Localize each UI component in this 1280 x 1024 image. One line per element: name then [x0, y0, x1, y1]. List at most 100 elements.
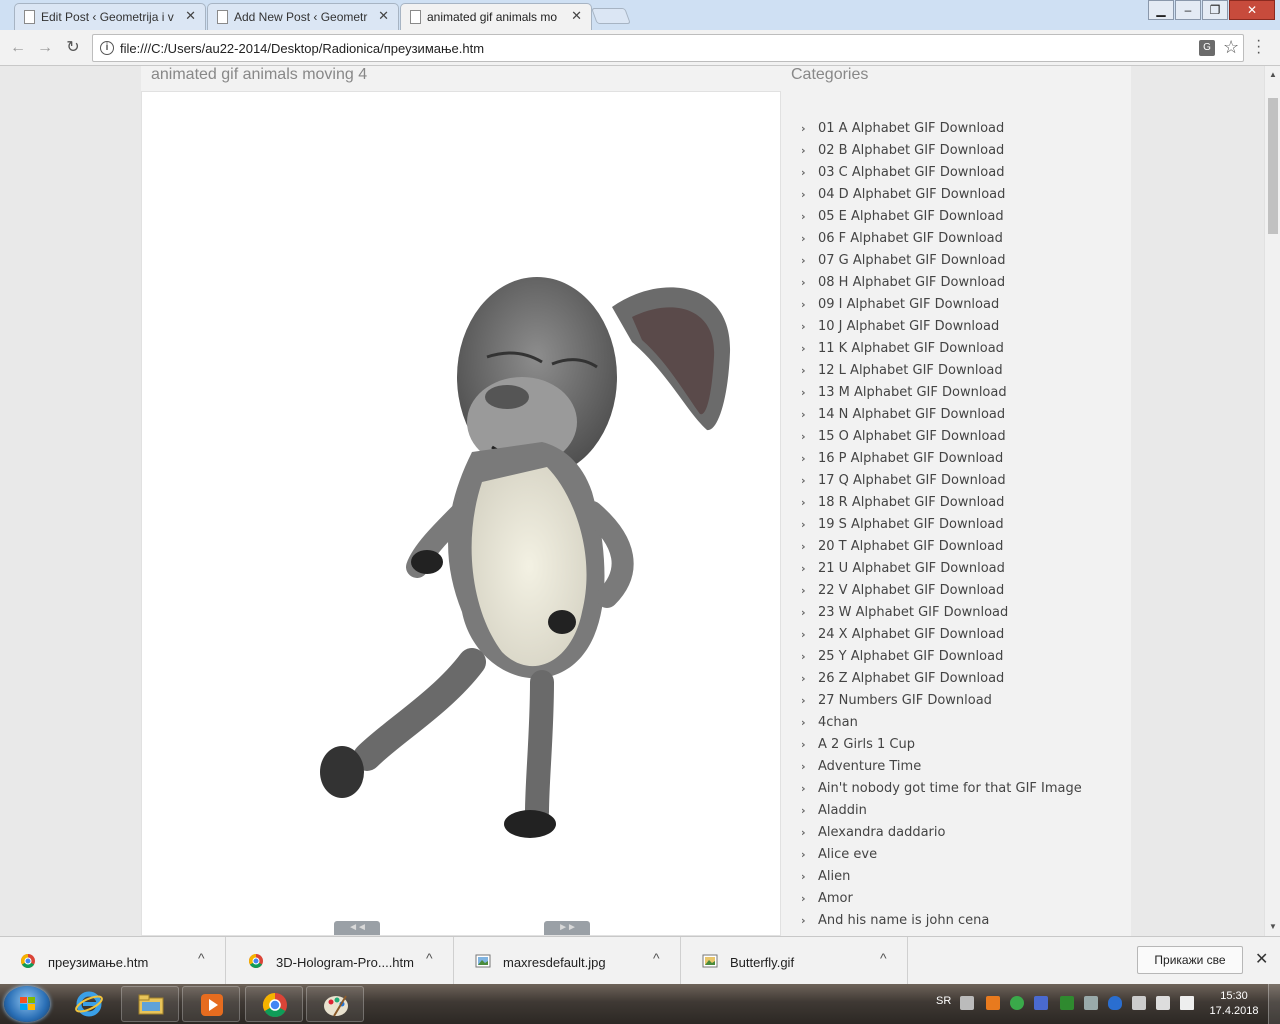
language-indicator[interactable]: SR	[936, 995, 951, 1007]
category-item[interactable]: › 16 P Alphabet GIF Download	[801, 447, 1082, 469]
category-item[interactable]: › 22 V Alphabet GIF Download	[801, 579, 1082, 601]
category-label[interactable]: 18 R Alphabet GIF Download	[818, 495, 1004, 510]
close-window-button[interactable]: ✕	[1229, 0, 1275, 20]
category-label[interactable]: 02 B Alphabet GIF Download	[818, 143, 1004, 158]
category-item[interactable]: › 15 O Alphabet GIF Download	[801, 425, 1082, 447]
start-button[interactable]	[4, 986, 50, 1022]
category-label[interactable]: 27 Numbers GIF Download	[818, 693, 992, 708]
category-item[interactable]: › 11 K Alphabet GIF Download	[801, 337, 1082, 359]
category-label[interactable]: Alexandra daddario	[818, 825, 945, 840]
category-item[interactable]: › Amor	[801, 887, 1082, 909]
category-item[interactable]: › 06 F Alphabet GIF Download	[801, 227, 1082, 249]
show-all-downloads-button[interactable]: Прикажи све	[1137, 946, 1243, 974]
category-item[interactable]: › 04 D Alphabet GIF Download	[801, 183, 1082, 205]
category-label[interactable]: 09 I Alphabet GIF Download	[818, 297, 999, 312]
category-label[interactable]: 23 W Alphabet GIF Download	[818, 605, 1008, 620]
category-item[interactable]: › 01 A Alphabet GIF Download	[801, 117, 1082, 139]
download-item[interactable]: 3D-Hologram-Pro....htm ^	[228, 937, 454, 985]
category-label[interactable]: 01 A Alphabet GIF Download	[818, 121, 1004, 136]
bookmark-star-icon[interactable]: ☆	[1223, 37, 1239, 58]
category-label[interactable]: 25 Y Alphabet GIF Download	[818, 649, 1003, 664]
category-item[interactable]: › 03 C Alphabet GIF Download	[801, 161, 1082, 183]
category-item[interactable]: › And his name is john cena	[801, 909, 1082, 931]
keyboard-icon[interactable]	[960, 996, 974, 1010]
action-center-flag-icon[interactable]	[1132, 996, 1146, 1010]
category-label[interactable]: 26 Z Alphabet GIF Download	[818, 671, 1004, 686]
display-icon[interactable]	[1034, 996, 1048, 1010]
category-item[interactable]: › A 2 Girls 1 Cup	[801, 733, 1082, 755]
new-tab-button[interactable]	[591, 8, 631, 24]
category-label[interactable]: 4chan	[818, 715, 858, 730]
volume-icon[interactable]	[1180, 996, 1194, 1010]
category-label[interactable]: A 2 Girls 1 Cup	[818, 737, 915, 752]
previous-page-button[interactable]: ◄◄	[334, 921, 380, 935]
category-label[interactable]: Ain't nobody got time for that GIF Image	[818, 781, 1082, 796]
category-item[interactable]: › 10 J Alphabet GIF Download	[801, 315, 1082, 337]
tab-edit-post[interactable]: Edit Post ‹ Geometrija i v ✕	[14, 3, 206, 30]
category-item[interactable]: › 08 H Alphabet GIF Download	[801, 271, 1082, 293]
internet-explorer-button[interactable]	[60, 986, 118, 1022]
page-scrollbar[interactable]: ▲ ▼	[1264, 66, 1280, 936]
category-item[interactable]: › 27 Numbers GIF Download	[801, 689, 1082, 711]
category-label[interactable]: 15 O Alphabet GIF Download	[818, 429, 1006, 444]
category-label[interactable]: Amor	[818, 891, 853, 906]
category-item[interactable]: › 25 Y Alphabet GIF Download	[801, 645, 1082, 667]
forward-arrow-icon[interactable]: →	[33, 36, 57, 60]
category-label[interactable]: 05 E Alphabet GIF Download	[818, 209, 1004, 224]
download-item[interactable]: преузимање.htm ^	[0, 937, 226, 985]
category-label[interactable]: 17 Q Alphabet GIF Download	[818, 473, 1006, 488]
category-label[interactable]: 03 C Alphabet GIF Download	[818, 165, 1004, 180]
nvidia-icon[interactable]	[1060, 996, 1074, 1010]
download-item[interactable]: maxresdefault.jpg ^	[455, 937, 681, 985]
tab-animated-gif[interactable]: animated gif animals mo ✕	[400, 3, 592, 30]
category-item[interactable]: › 13 M Alphabet GIF Download	[801, 381, 1082, 403]
category-label[interactable]: Alien	[818, 869, 850, 884]
chevron-up-icon[interactable]: ^	[198, 950, 205, 966]
url-text[interactable]: file:///C:/Users/au22-2014/Desktop/Radio…	[120, 41, 484, 56]
network-icon[interactable]	[1156, 996, 1170, 1010]
category-item[interactable]: › 09 I Alphabet GIF Download	[801, 293, 1082, 315]
explorer-button[interactable]	[121, 986, 179, 1022]
category-item[interactable]: › Aladdin	[801, 799, 1082, 821]
category-label[interactable]: 21 U Alphabet GIF Download	[818, 561, 1005, 576]
category-label[interactable]: 16 P Alphabet GIF Download	[818, 451, 1003, 466]
category-item[interactable]: › 02 B Alphabet GIF Download	[801, 139, 1082, 161]
category-item[interactable]: › 07 G Alphabet GIF Download	[801, 249, 1082, 271]
category-label[interactable]: 04 D Alphabet GIF Download	[818, 187, 1005, 202]
category-item[interactable]: › 12 L Alphabet GIF Download	[801, 359, 1082, 381]
user-button[interactable]: –	[1175, 0, 1201, 20]
category-label[interactable]: 22 V Alphabet GIF Download	[818, 583, 1004, 598]
scroll-thumb[interactable]	[1268, 98, 1278, 234]
close-tab-icon[interactable]: ✕	[378, 8, 389, 24]
reload-icon[interactable]: ↻	[61, 36, 85, 60]
close-downloads-icon[interactable]: ✕	[1255, 949, 1268, 969]
category-label[interactable]: 11 K Alphabet GIF Download	[818, 341, 1004, 356]
address-bar[interactable]: i file:///C:/Users/au22-2014/Desktop/Rad…	[92, 34, 1244, 62]
media-player-button[interactable]	[182, 986, 240, 1022]
back-arrow-icon[interactable]: ←	[6, 36, 30, 60]
chrome-taskbar-button[interactable]	[245, 986, 303, 1022]
category-item[interactable]: › 18 R Alphabet GIF Download	[801, 491, 1082, 513]
category-item[interactable]: › 05 E Alphabet GIF Download	[801, 205, 1082, 227]
category-label[interactable]: 12 L Alphabet GIF Download	[818, 363, 1003, 378]
chevron-up-icon[interactable]: ^	[880, 950, 887, 966]
category-item[interactable]: › Adventure Time	[801, 755, 1082, 777]
category-item[interactable]: › 21 U Alphabet GIF Download	[801, 557, 1082, 579]
info-icon[interactable]: i	[100, 41, 114, 55]
category-label[interactable]: 24 X Alphabet GIF Download	[818, 627, 1004, 642]
category-item[interactable]: › Alice eve	[801, 843, 1082, 865]
paint-button[interactable]	[306, 986, 364, 1022]
category-label[interactable]: 06 F Alphabet GIF Download	[818, 231, 1003, 246]
category-label[interactable]: Adventure Time	[818, 759, 921, 774]
category-label[interactable]: 10 J Alphabet GIF Download	[818, 319, 999, 334]
chevron-up-icon[interactable]: ^	[653, 950, 660, 966]
next-page-button[interactable]: ►►	[544, 921, 590, 935]
category-label[interactable]: 14 N Alphabet GIF Download	[818, 407, 1005, 422]
category-item[interactable]: › 26 Z Alphabet GIF Download	[801, 667, 1082, 689]
category-label[interactable]: 07 G Alphabet GIF Download	[818, 253, 1005, 268]
shield-icon[interactable]	[1108, 996, 1122, 1010]
menu-kebab-icon[interactable]: · · ·	[1256, 33, 1261, 61]
category-label[interactable]: Alice eve	[818, 847, 877, 862]
category-item[interactable]: › 24 X Alphabet GIF Download	[801, 623, 1082, 645]
category-item[interactable]: › 20 T Alphabet GIF Download	[801, 535, 1082, 557]
